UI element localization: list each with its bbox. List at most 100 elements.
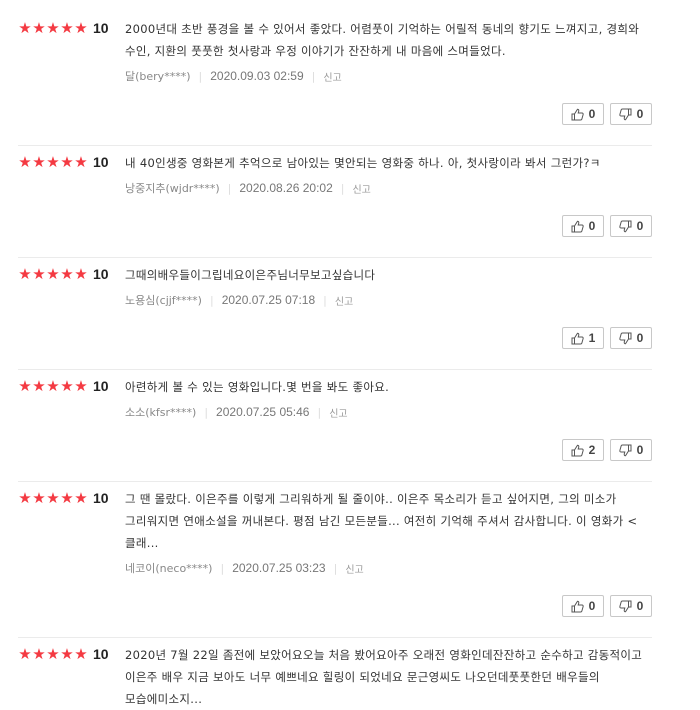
thumbs-down-icon	[618, 600, 632, 612]
like-count: 2	[588, 443, 596, 457]
divider: |	[311, 69, 316, 83]
rating: ★ ★ ★ ★ ★ 10	[18, 265, 109, 283]
vote-buttons: 2 0	[125, 420, 652, 481]
dislike-button[interactable]: 0	[610, 215, 652, 237]
review-date: 2020.08.26 20:02	[239, 181, 333, 195]
report-link[interactable]: 신고	[345, 561, 363, 576]
rating: ★ ★ ★ ★ ★ 10	[18, 19, 108, 37]
dislike-count: 0	[636, 599, 644, 613]
review-meta: 소소(kfsr****) | 2020.07.25 05:46 | 신고	[125, 404, 652, 420]
dislike-count: 0	[636, 331, 644, 345]
thumbs-down-icon	[618, 444, 632, 456]
rating: ★ ★ ★ ★ ★ 10	[18, 377, 109, 395]
star-icon: ★	[18, 377, 32, 395]
review-date: 2020.07.25 07:18	[221, 293, 316, 307]
dislike-button[interactable]: 0	[610, 327, 652, 349]
rating: ★ ★ ★ ★ ★ 10	[18, 489, 109, 507]
rating-score: 10	[93, 266, 109, 282]
review-item: ★ ★ ★ ★ ★ 10 내 40인생중 영화본게 추억으로 남아있는 몇안되는…	[18, 146, 652, 258]
star-icon: ★	[74, 19, 88, 37]
review-meta: 네코이(neco****) | 2020.07.25 03:23 | 신고	[125, 560, 652, 576]
star-icon: ★	[74, 265, 88, 283]
rating-score: 10	[93, 490, 109, 506]
like-count: 0	[588, 107, 596, 121]
thumbs-down-icon	[618, 108, 632, 120]
like-button[interactable]: 1	[562, 327, 604, 349]
divider: |	[198, 69, 203, 83]
thumbs-down-icon	[618, 220, 632, 232]
report-link[interactable]: 신고	[335, 293, 353, 308]
review-text: 그 땐 몰랐다. 이은주를 이렇게 그리워하게 될 줄이야.. 이은주 목소리가…	[125, 492, 638, 550]
review-writer[interactable]: 노용심(cjjf****)	[125, 292, 202, 308]
rating-score: 10	[93, 154, 109, 170]
review-meta: 낭중지추(wjdr****) | 2020.08.26 20:02 | 신고	[125, 180, 652, 196]
star-icon: ★	[46, 645, 60, 663]
like-button[interactable]: 0	[562, 103, 604, 125]
thumbs-up-icon	[571, 108, 584, 120]
review-item: ★ ★ ★ ★ ★ 10 2000년대 초반 풍경을 볼 수 있어서 좋았다. …	[18, 12, 652, 146]
like-button[interactable]: 2	[562, 439, 604, 461]
dislike-count: 0	[636, 107, 644, 121]
star-icon: ★	[32, 265, 46, 283]
star-icon: ★	[32, 153, 46, 171]
dislike-button[interactable]: 0	[610, 103, 652, 125]
vote-buttons: 0 0	[125, 84, 652, 145]
review-writer[interactable]: 소소(kfsr****)	[125, 404, 196, 420]
report-link[interactable]: 신고	[329, 405, 347, 420]
divider: |	[317, 405, 322, 419]
divider: |	[209, 293, 214, 307]
divider: |	[323, 293, 327, 307]
star-icon: ★	[74, 645, 88, 663]
review-writer[interactable]: 네코이(neco****)	[125, 560, 212, 576]
star-icon: ★	[32, 489, 46, 507]
like-button[interactable]: 0	[562, 215, 604, 237]
review-item: ★ ★ ★ ★ ★ 10 그때의배우들이그립네요이은주님너무보고싶습니다 노용심…	[18, 258, 652, 370]
thumbs-up-icon	[571, 444, 584, 456]
rating: ★ ★ ★ ★ ★ 10	[18, 153, 109, 171]
review-date: 2020.07.25 03:23	[232, 561, 326, 575]
review-writer[interactable]: 달(bery****)	[125, 68, 191, 84]
star-icon: ★	[74, 489, 88, 507]
star-icon: ★	[60, 265, 74, 283]
star-icon: ★	[46, 377, 60, 395]
review-item: ★ ★ ★ ★ ★ 10 2020년 7월 22일 좀전에 보았어요오늘 처음 …	[18, 638, 652, 710]
dislike-button[interactable]: 0	[610, 439, 652, 461]
review-text: 2000년대 초반 풍경을 볼 수 있어서 좋았다. 어렴풋이 기억하는 어릴적…	[125, 22, 640, 58]
dislike-count: 0	[636, 219, 644, 233]
review-list: ★ ★ ★ ★ ★ 10 2000년대 초반 풍경을 볼 수 있어서 좋았다. …	[18, 12, 652, 710]
divider: |	[333, 561, 338, 575]
divider: |	[220, 561, 225, 575]
thumbs-up-icon	[571, 600, 584, 612]
star-icon: ★	[18, 489, 32, 507]
star-icon: ★	[32, 377, 46, 395]
star-icon: ★	[18, 265, 32, 283]
review-writer[interactable]: 낭중지추(wjdr****)	[125, 180, 220, 196]
thumbs-up-icon	[571, 220, 584, 232]
star-icon: ★	[18, 19, 32, 37]
report-link[interactable]: 신고	[323, 69, 341, 84]
like-count: 0	[588, 599, 596, 613]
star-icon: ★	[18, 645, 32, 663]
like-button[interactable]: 0	[562, 595, 604, 617]
review-date: 2020.07.25 05:46	[216, 405, 310, 419]
review-meta: 달(bery****) | 2020.09.03 02:59 | 신고	[125, 68, 652, 84]
review-text: 2020년 7월 22일 좀전에 보았어요오늘 처음 봤어요아주 오래전 영화인…	[125, 648, 643, 706]
like-count: 0	[588, 219, 596, 233]
star-icon: ★	[74, 153, 88, 171]
star-icon: ★	[74, 377, 88, 395]
rating-score: 10	[93, 378, 109, 394]
star-icon: ★	[18, 153, 32, 171]
thumbs-down-icon	[618, 332, 632, 344]
thumbs-up-icon	[571, 332, 584, 344]
report-link[interactable]: 신고	[352, 181, 370, 196]
review-text: 아련하게 볼 수 있는 영화입니다.몇 번을 봐도 좋아요.	[125, 380, 390, 394]
divider: |	[340, 181, 345, 195]
dislike-button[interactable]: 0	[610, 595, 652, 617]
review-item: ★ ★ ★ ★ ★ 10 아련하게 볼 수 있는 영화입니다.몇 번을 봐도 좋…	[18, 370, 652, 482]
vote-buttons: 1 0	[125, 308, 652, 369]
star-icon: ★	[46, 153, 60, 171]
vote-buttons: 0 0	[125, 196, 652, 257]
like-count: 1	[588, 331, 596, 345]
star-icon: ★	[60, 153, 74, 171]
rating-score: 10	[93, 646, 109, 662]
